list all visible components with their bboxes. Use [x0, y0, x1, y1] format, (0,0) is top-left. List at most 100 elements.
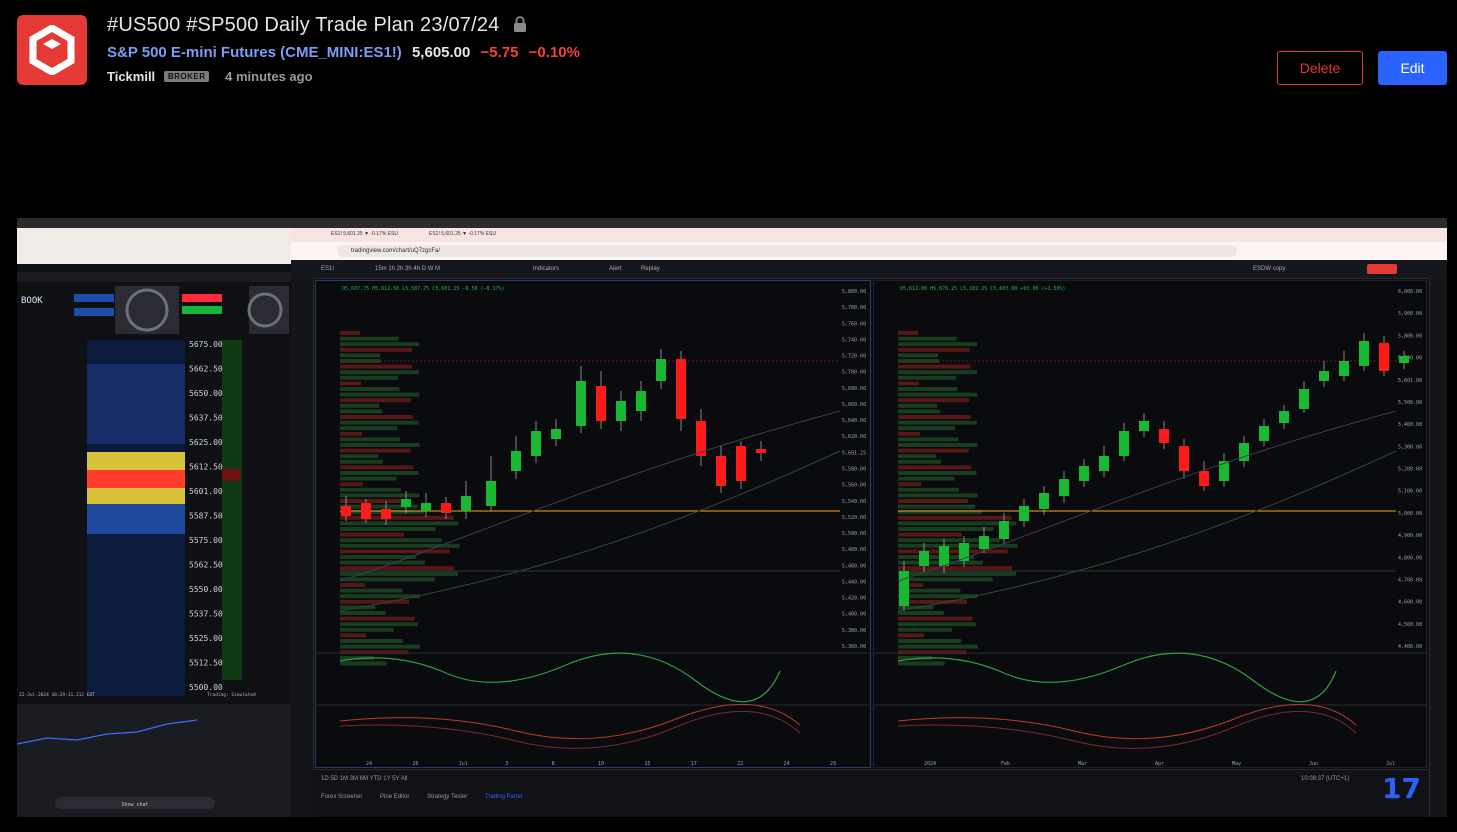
symbol-code-link[interactable]: (CME_MINI:ES1!) [280, 44, 402, 61]
date-axis-label: 8 [552, 761, 555, 767]
url-field[interactable]: tradingview.com/chart/uQ7zgcFa/ [337, 245, 1237, 257]
volume-profile-bar [898, 532, 963, 537]
candle-body [636, 391, 646, 411]
candle-body [1059, 479, 1069, 496]
replay-button[interactable]: Replay [641, 260, 660, 278]
date-axis-label: 26 [412, 761, 418, 767]
alert-button[interactable]: Alert [609, 260, 621, 278]
price-axis-label: 5,420.00 [842, 596, 866, 602]
price-axis-label: 5,540.00 [842, 499, 866, 505]
price-axis-label: 5,560.00 [842, 483, 866, 489]
date-axis-label: 17 [691, 761, 697, 767]
ladder-price: 5601.00 [189, 487, 223, 496]
price-axis-label: 5,480.00 [842, 547, 866, 553]
browser-tab-1[interactable]: ES1! 5,601.25 ▼ -0.17% ESU [331, 231, 398, 237]
ticker-search[interactable]: ES1! [321, 260, 334, 278]
volume-profile-bar [340, 415, 413, 419]
price-axis-label: 5,400.00 [1398, 422, 1422, 428]
browser-address-bar: tradingview.com/chart/uQ7zgcFa/ [291, 242, 1447, 260]
idea-chart-image[interactable]: Show chat BOOK 5675.00 5662.50 5650.00 5637… [17, 218, 1447, 817]
ohlc-readout: O5,607.75 H5,612.50 L5,587.75 C5,601.25 … [342, 286, 505, 292]
volume-profile-bar [898, 437, 959, 442]
ladder-price: 5662.50 [189, 365, 223, 374]
volume-profile-bar [898, 465, 972, 470]
candle-body [421, 503, 431, 511]
chart-pane-right[interactable]: O5,612.00 H5,676.25 L5,182.25 C5,603.00 … [873, 280, 1427, 768]
right-widget-sidebar[interactable] [1429, 278, 1447, 817]
author-name-link[interactable]: Tickmill [107, 69, 155, 84]
tab-trading-panel[interactable]: Trading Panel [485, 794, 522, 800]
candle-body [1119, 431, 1129, 456]
oscillator-line [339, 652, 781, 703]
ladder-price: 5562.50 [189, 561, 223, 570]
volume-profile-bar [340, 560, 425, 565]
symbol-line: S&P 500 E-mini Futures (CME_MINI:ES1!) 5… [107, 44, 580, 61]
candle-body [596, 386, 606, 421]
volume-profile-bar [340, 521, 459, 526]
drawing-tools-sidebar[interactable] [291, 278, 314, 817]
tab-strategy-tester[interactable]: Strategy Tester [427, 794, 467, 800]
browser-tab-2[interactable]: ES1! 5,601.25 ▼ -0.17% ESU [429, 231, 496, 237]
tickmill-logo[interactable] [17, 15, 87, 85]
volume-profile-bar [340, 566, 455, 571]
volume-profile-bar [898, 639, 962, 643]
ladder-price: 5525.00 [189, 634, 223, 643]
show-chat-label: Show chat [121, 802, 148, 808]
volume-profile-bar [340, 527, 436, 531]
price-axis-label: 5,740.00 [842, 337, 866, 343]
delete-button[interactable]: Delete [1277, 51, 1363, 85]
date-range-buttons[interactable]: 1D 5D 1M 3M 6M YTD 1Y 5Y All [321, 776, 407, 782]
tab-forex-screener[interactable]: Forex Screener [321, 794, 362, 800]
volume-profile-bar [340, 476, 397, 481]
interval-buttons[interactable]: 15m 1h 2h 3h 4h D W M [375, 260, 440, 278]
indicators-button[interactable]: Indicators [533, 260, 559, 278]
candle-body [1359, 341, 1369, 366]
volume-profile-bar [340, 353, 381, 358]
volume-profile-bar [898, 476, 955, 481]
order-book-window: Show chat BOOK 5675.00 5662.50 5650.00 5637… [17, 228, 291, 817]
date-axis-label: 24 [366, 761, 372, 767]
candle-body [1299, 389, 1309, 409]
ladder-price: 5587.50 [189, 512, 223, 521]
price-change: −5.75 [480, 44, 519, 61]
symbol-name-link[interactable]: S&P 500 E-mini Futures [107, 44, 276, 61]
volume-profile-bar [898, 650, 967, 655]
candle-body [899, 571, 909, 606]
volume-profile-bar [898, 577, 993, 582]
volume-profile-bar [898, 499, 969, 503]
candle-body [461, 496, 471, 511]
idea-title: #US500 #SP500 Daily Trade Plan 23/07/24 [107, 14, 527, 39]
volume-profile-bar [340, 403, 380, 408]
date-axis-label: 15 [644, 761, 650, 767]
volume-profile-bar [898, 392, 978, 397]
price-axis-label: 5,601.25 [842, 450, 866, 456]
volume-profile-bar [340, 487, 401, 492]
ladder-price: 5550.00 [189, 585, 223, 594]
candle-body [999, 521, 1009, 539]
layout-name[interactable]: ESDW copy [1253, 260, 1285, 278]
price-axis-label: 4,500.00 [1398, 622, 1422, 628]
volume-profile-bar [340, 342, 420, 347]
oscillator-line [897, 711, 1357, 749]
price-axis-label: 4,600.00 [1398, 600, 1422, 606]
price-axis-label: 5,200.00 [1398, 467, 1422, 473]
volume-profile-bar [340, 459, 383, 464]
price-axis-label: 5,460.00 [842, 563, 866, 569]
volume-profile-bar [340, 627, 394, 632]
volume-profile-bar [898, 543, 1018, 548]
edit-button[interactable]: Edit [1378, 51, 1447, 85]
candle-body [1399, 356, 1409, 363]
volume-profile-bar [340, 633, 367, 638]
chart-pane-left[interactable]: O5,607.75 H5,612.50 L5,587.75 C5,601.25 … [315, 280, 871, 768]
price-axis-label: 6,000.00 [1398, 289, 1422, 295]
volume-profile-bar [898, 415, 971, 419]
volume-profile-bar [898, 448, 969, 453]
candle-body [616, 401, 626, 421]
candle-body [676, 359, 686, 419]
mac-menu-bar [17, 218, 1447, 228]
tab-pine-editor[interactable]: Pine Editor [380, 794, 409, 800]
price-axis-label: 5,700.00 [842, 370, 866, 376]
volume-profile-bar [898, 504, 976, 509]
date-axis-label: Jul [1386, 761, 1395, 767]
volume-profile-bar [898, 342, 978, 347]
